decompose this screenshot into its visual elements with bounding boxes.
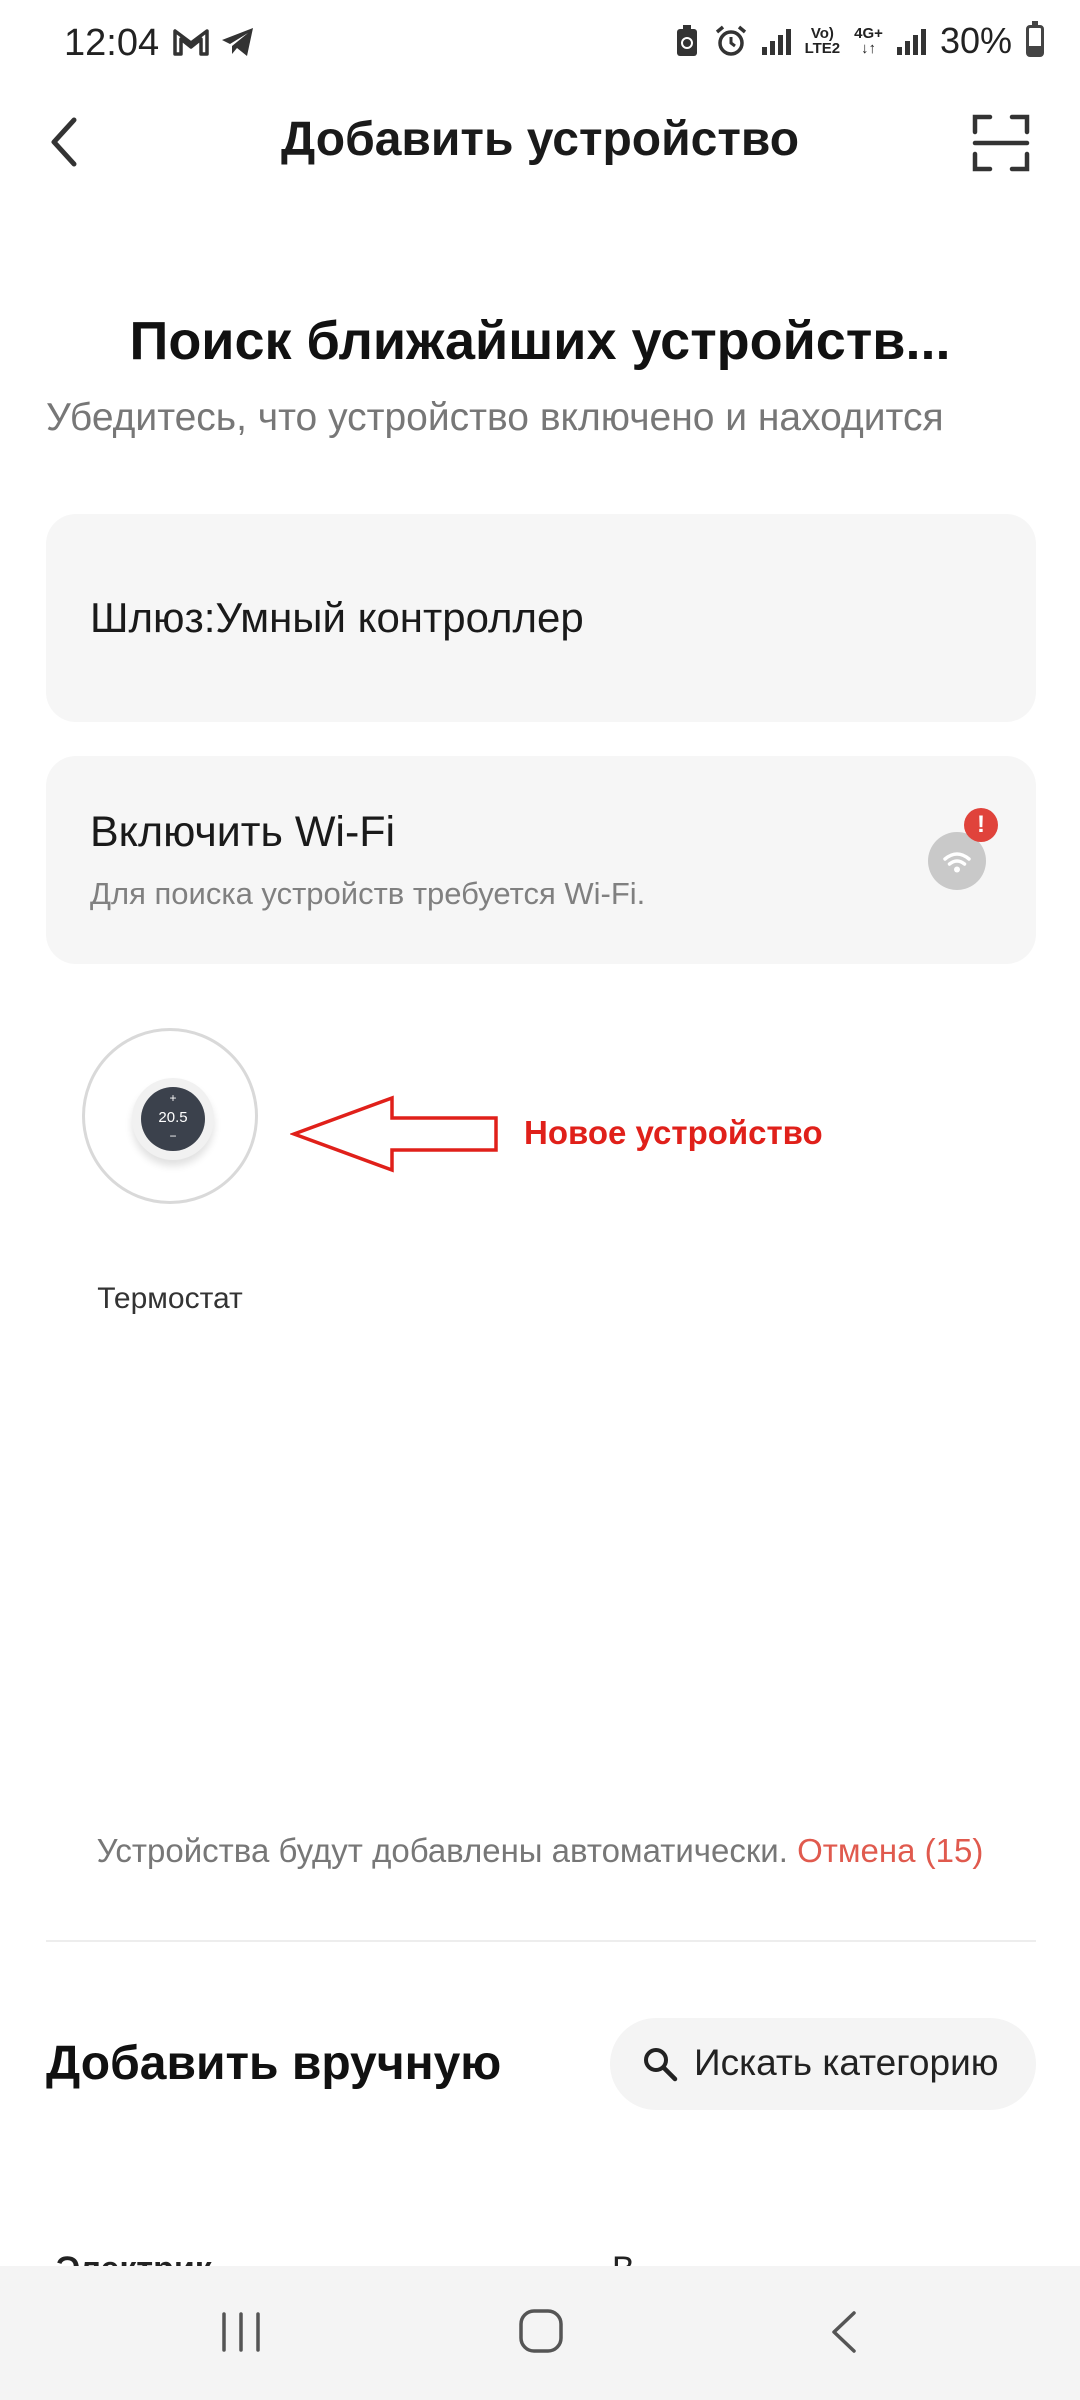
search-category-button[interactable]: Искать категорию — [610, 2018, 1036, 2110]
cancel-link[interactable]: Отмена (15) — [797, 1832, 983, 1869]
home-icon[interactable] — [516, 2306, 566, 2356]
recents-icon[interactable] — [218, 2308, 264, 2356]
notification-icons — [172, 26, 256, 58]
thermostat-icon: + 20.5 − — [132, 1078, 214, 1160]
wifi-card[interactable]: Включить Wi-Fi Для поиска устройств треб… — [46, 756, 1036, 964]
search-subtitle: Убедитесь, что устройство включено и нах… — [46, 396, 944, 439]
search-title: Поиск ближайших устройств... — [129, 311, 951, 371]
device-thermostat-button[interactable]: + 20.5 − — [82, 1028, 258, 1204]
gateway-label: Шлюз:Умный контроллер — [90, 594, 584, 641]
page-title: Добавить устройство — [280, 113, 800, 166]
status-time: 12:04 — [64, 22, 160, 64]
thermostat-plus: + — [169, 1091, 177, 1105]
battery-level — [1029, 46, 1041, 54]
auto-add-note: Устройства будут добавлены автоматически… — [0, 1832, 1080, 1870]
search-icon — [644, 2048, 678, 2082]
manual-add-title: Добавить вручную — [46, 2037, 502, 2090]
wifi-subtitle: Для поиска устройств требуется Wi-Fi. — [90, 876, 646, 911]
thermostat-display: + 20.5 − — [141, 1087, 205, 1151]
battery-percent: 30% — [939, 20, 1012, 61]
divider — [46, 1940, 1036, 1942]
battery-saver-icon — [676, 25, 697, 56]
scan-qr-icon[interactable] — [972, 114, 1030, 172]
signal-icon — [761, 27, 791, 55]
nav-back-icon[interactable] — [822, 2308, 868, 2356]
gmail-icon — [173, 29, 209, 56]
battery-icon — [1026, 21, 1044, 57]
network-type-indicator: 4G+ ↓↑ — [854, 25, 883, 57]
annotation-label: Новое устройство — [524, 1114, 823, 1151]
device-name: Термостат — [97, 1282, 243, 1315]
search-category-label: Искать категорию — [694, 2042, 999, 2083]
status-right: Vo) LTE2 4G+ ↓↑ 30% — [674, 20, 1044, 62]
thermostat-value: 20.5 — [158, 1109, 188, 1126]
status-bar: 12:04 Vo) LTE2 4G+ ↓↑ 30% — [0, 0, 1080, 92]
alert-badge-icon: ! — [964, 808, 998, 842]
telegram-icon — [222, 28, 253, 56]
volte-indicator: Vo) LTE2 — [804, 25, 841, 57]
auto-add-text: Устройства будут добавлены автоматически… — [96, 1832, 798, 1869]
signal-icon — [896, 27, 926, 55]
gateway-card[interactable]: Шлюз:Умный контроллер — [46, 514, 1036, 722]
wifi-title: Включить Wi-Fi — [90, 808, 396, 856]
annotation-arrow-icon — [290, 1095, 498, 1173]
alarm-icon — [715, 25, 746, 56]
thermostat-minus: − — [169, 1129, 177, 1143]
navigation-bar — [0, 2266, 1080, 2400]
